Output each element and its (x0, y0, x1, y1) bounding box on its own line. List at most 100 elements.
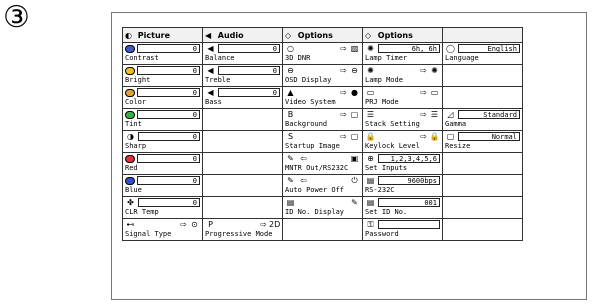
menu-row: 0 Red ✎ ⇦ ▣ MNTR Out/RS232C ⊕ 1,2,3,4,5,6 Set In… (122, 152, 523, 175)
auto-power-off-label: Auto Power Off (285, 186, 345, 194)
set-inputs-value: 1,2,3,4,5,6 (378, 154, 440, 163)
bass-control: ◀ 0 (205, 88, 280, 99)
options-tab-label: Options (297, 30, 333, 40)
video-system-submenu-icon: ● (351, 88, 358, 97)
bass-value: 0 (218, 88, 280, 97)
progressive-mode-item[interactable]: P ⇨ 2D Progressive Mode (202, 218, 283, 241)
color-value: 0 (137, 88, 200, 97)
prj-mode-icon: ▭ (366, 88, 375, 97)
sharp-control: ◑ 0 (125, 132, 200, 143)
resize-item[interactable]: ▢ Normal Resize (442, 130, 523, 153)
menu-row: 0 Contrast ◀ 0 Balance ○ ⇨ ▨ 3D DNR ✺ 6h, 6h Lamp T… (122, 42, 523, 65)
picture-tab[interactable]: ◐ Picture (122, 27, 203, 43)
set-id-no-value: 001 (378, 198, 440, 207)
menu-row: 0 Bright ◀ 0 Treble ⊖ ⇨ ⊖ OSD Display ✺ ⇨ ✺ Lamp Mod… (122, 64, 523, 87)
lamp-mode-submenu-icon: ✺ (431, 66, 438, 75)
osd-display-item[interactable]: ⊖ ⇨ ⊖ OSD Display (282, 64, 363, 87)
rs-232c-item[interactable]: ▤ 9600bps RS-232C (362, 174, 443, 197)
language-item[interactable]: ◯ English Language (442, 42, 523, 65)
enter-arrow-icon: ⇨ (420, 110, 427, 119)
signal-type-icon: ⊷ (126, 220, 135, 229)
tint-item[interactable]: 0 Tint (122, 108, 203, 131)
bright-item[interactable]: 0 Bright (122, 64, 203, 87)
blue-control: 0 (125, 176, 200, 187)
clr-temp-item[interactable]: ✤ 0 CLR Temp (122, 196, 203, 219)
blue-label: Blue (125, 186, 142, 194)
set-inputs-icon: ⊕ (367, 154, 374, 163)
password-label: Password (365, 230, 399, 238)
lamp-timer-item[interactable]: ✺ 6h, 6h Lamp Timer (362, 42, 443, 65)
password-icon: ⚿ (367, 220, 374, 229)
gamma-item[interactable]: ◿ Standard Gamma (442, 108, 523, 131)
balance-icon: ◀ (207, 44, 214, 53)
red-item[interactable]: 0 Red (122, 152, 203, 175)
empty-cell (202, 196, 283, 219)
blue-item[interactable]: 0 Blue (122, 174, 203, 197)
audio-tab[interactable]: ◀ Audio (202, 27, 283, 43)
auto-power-off-item[interactable]: ✎ ⇦ ⏻ Auto Power Off (282, 174, 363, 197)
balance-item[interactable]: ◀ 0 Balance (202, 42, 283, 65)
prj-mode-label: PRJ Mode (365, 98, 399, 106)
video-system-control: ▲ ⇨ ● (285, 88, 360, 99)
startup-image-control: S ⇨ ▢ (285, 132, 360, 143)
mntr-out-submenu-icon: ▣ (350, 154, 359, 163)
contrast-item[interactable]: 0 Contrast (122, 42, 203, 65)
picture-tab-label: Picture (137, 30, 171, 40)
mntr-out-item[interactable]: ✎ ⇦ ▣ MNTR Out/RS232C (282, 152, 363, 175)
clr-temp-value: 0 (138, 198, 200, 207)
set-inputs-item[interactable]: ⊕ 1,2,3,4,5,6 Set Inputs (362, 152, 443, 175)
set-id-no-item[interactable]: ▤ 001 Set ID No. (362, 196, 443, 219)
id-no-display-icon: ▤ (286, 198, 295, 207)
sharp-item[interactable]: ◑ 0 Sharp (122, 130, 203, 153)
bass-item[interactable]: ◀ 0 Bass (202, 86, 283, 109)
enter-arrow-icon: ⇨ (420, 132, 427, 141)
3d-dnr-item[interactable]: ○ ⇨ ▨ 3D DNR (282, 42, 363, 65)
3d-dnr-submenu-icon: ▨ (350, 44, 359, 53)
startup-image-item[interactable]: S ⇨ ▢ Startup Image (282, 130, 363, 153)
empty-cell (442, 64, 523, 87)
color-item[interactable]: 0 Color (122, 86, 203, 109)
stack-setting-item[interactable]: ☰ ⇨ ☰ Stack Setting (362, 108, 443, 131)
keylock-level-item[interactable]: 🔒 ⇨ 🔒 Keylock Level (362, 130, 443, 153)
menu-header-row: ◐ Picture ◀ Audio ◇ Options ◇ Options (122, 27, 523, 43)
startup-image-submenu-icon: ▢ (350, 132, 359, 141)
resize-icon: ▢ (446, 132, 455, 141)
options-tab[interactable]: ◇ Options (282, 27, 363, 43)
bright-swatch-icon (125, 66, 135, 75)
picture-icon: ◐ (125, 30, 132, 40)
background-control: B ⇨ ▢ (285, 110, 360, 121)
menu-row: ◑ 0 Sharp S ⇨ ▢ Startup Image 🔒 ⇨ 🔒 Keylock Level ▢… (122, 130, 523, 153)
progressive-mode-control: P ⇨ 2D (205, 220, 280, 231)
options-tab-2[interactable]: ◇ Options (362, 27, 443, 43)
options-icon: ◇ (285, 30, 292, 40)
empty-cell (442, 86, 523, 109)
id-no-display-control: ▤ ✎ (285, 198, 360, 209)
auto-power-off-icon: ⇦ (300, 176, 307, 185)
treble-item[interactable]: ◀ 0 Treble (202, 64, 283, 87)
lamp-mode-item[interactable]: ✺ ⇨ ✺ Lamp Mode (362, 64, 443, 87)
menu-row: 0 Blue ✎ ⇦ ⏻ Auto Power Off ▤ 9600bps RS-232C (122, 174, 523, 197)
startup-image-icon: S (287, 132, 294, 141)
enter-arrow-icon: ⇨ (260, 220, 267, 229)
enter-arrow-icon: ⇨ (340, 110, 347, 119)
rs-232c-icon: ▤ (366, 176, 375, 185)
lamp-mode-label: Lamp Mode (365, 76, 403, 84)
id-no-display-item[interactable]: ▤ ✎ ID No. Display (282, 196, 363, 219)
empty-cell (442, 152, 523, 175)
lamp-timer-control: ✺ 6h, 6h (365, 44, 440, 55)
empty-cell (442, 218, 523, 241)
signal-type-item[interactable]: ⊷ ⇨ ⊙ Signal Type (122, 218, 203, 241)
sharp-label: Sharp (125, 142, 147, 150)
red-control: 0 (125, 154, 200, 165)
resize-control: ▢ Normal (445, 132, 520, 143)
background-item[interactable]: B ⇨ ▢ Background (282, 108, 363, 131)
enter-arrow-icon: ⇨ (340, 44, 347, 53)
prj-mode-item[interactable]: ▭ ⇨ ▭ PRJ Mode (362, 86, 443, 109)
rs-232c-value: 9600bps (378, 176, 440, 185)
empty-cell (202, 130, 283, 153)
contrast-label: Contrast (125, 54, 159, 62)
mntr-out-label: MNTR Out/RS232C (285, 164, 349, 172)
audio-tab-label: Audio (217, 30, 244, 40)
password-item[interactable]: ⚿ Password (362, 218, 443, 241)
video-system-item[interactable]: ▲ ⇨ ● Video System (282, 86, 363, 109)
